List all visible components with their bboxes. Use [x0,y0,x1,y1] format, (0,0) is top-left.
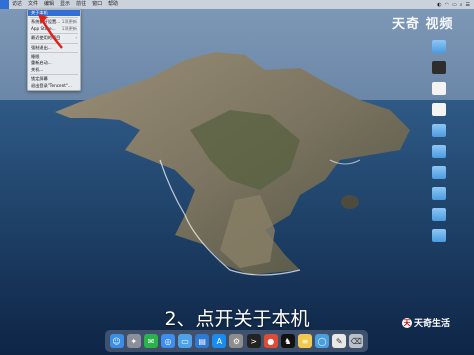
folder-icon [432,166,446,179]
launchpad-icon[interactable]: ✦ [126,334,141,348]
folder-icon [432,40,446,53]
wechat-icon[interactable]: ✉ [143,334,158,348]
menu-help[interactable]: 帮助 [105,0,121,9]
menu-edit[interactable]: 编辑 [41,0,57,9]
folder-icon [432,187,446,200]
red-arrow-icon [38,14,63,49]
menu-item-log-out[interactable]: 退出登录"Tencent"... [28,83,80,89]
watermark-bottom: 天 天奇生活 [402,316,450,329]
menu-file[interactable]: 文件 [25,0,41,9]
qq-icon[interactable]: ♞ [280,334,295,348]
app-icon [432,61,446,74]
desktop-icon[interactable] [428,145,450,159]
menu-finder[interactable]: 访达 [9,0,25,9]
dock: ☺ ✦ ✉ ◎ ▭ ▤ A ⚙ > ● ♞ ≡ ◯ ✎ ⌫ [105,330,368,352]
terminal-icon[interactable]: > [246,334,261,348]
desktop-icon[interactable] [428,187,450,201]
status-area: ◐ ◠ ▭ ⌕ ☰ [437,2,474,8]
folder-icon [432,124,446,137]
search-icon[interactable]: ⌕ [460,2,463,8]
document-icon [432,103,446,116]
wifi-icon[interactable]: ◠ [445,2,449,8]
trash-icon[interactable]: ⌫ [349,334,364,348]
menu-separator [30,74,78,76]
folder-icon [432,145,446,158]
textedit-icon[interactable]: ✎ [332,334,347,348]
desktop-icon[interactable] [428,208,450,222]
status-icon-1[interactable]: ◐ [437,2,441,8]
notes-icon[interactable]: ≡ [297,334,312,348]
menu-item-label: 关机... [31,66,44,72]
chrome-icon[interactable]: ● [263,334,278,348]
menu-item-shut-down[interactable]: 关机... [28,67,80,73]
settings-icon[interactable]: ⚙ [229,334,244,348]
desktop-icon[interactable] [428,103,450,117]
watermark-bottom-text: 天奇生活 [414,319,451,329]
desktop-icon[interactable] [428,40,450,54]
watermark-top: 天奇 视频 [392,17,454,32]
chevron-right-icon: › [75,35,77,41]
desktop-icon[interactable] [428,61,450,75]
app-store-icon[interactable]: A [212,334,227,348]
control-center-icon[interactable]: ☰ [466,2,470,8]
desktop-icons [428,40,450,250]
folder-icon [432,229,446,242]
menu-item-label: 退出登录"Tencent"... [31,82,72,88]
menu-view[interactable]: 显示 [57,0,73,9]
finder-icon[interactable]: ☺ [109,334,124,348]
menu-bar: 访达 文件 编辑 显示 前往 窗口 帮助 ◐ ◠ ▭ ⌕ ☰ [0,0,474,9]
desktop-icon[interactable] [428,124,450,138]
menu-separator [30,51,78,53]
desktop-icon[interactable] [428,229,450,243]
menu-window[interactable]: 窗口 [89,0,105,9]
files-icon[interactable]: ▤ [195,334,210,348]
folder-icon [432,208,446,221]
document-icon [432,82,446,95]
watermark-logo-icon: 天 [402,317,412,328]
battery-icon[interactable]: ▭ [452,2,457,8]
desktop-icon[interactable] [428,166,450,180]
quicktime-icon[interactable]: ◯ [315,334,330,348]
folder-icon[interactable]: ▭ [178,334,193,348]
menu-go[interactable]: 前往 [73,0,89,9]
desktop-icon[interactable] [428,82,450,96]
safari-icon[interactable]: ◎ [160,334,175,348]
apple-menu-icon[interactable] [0,0,9,9]
